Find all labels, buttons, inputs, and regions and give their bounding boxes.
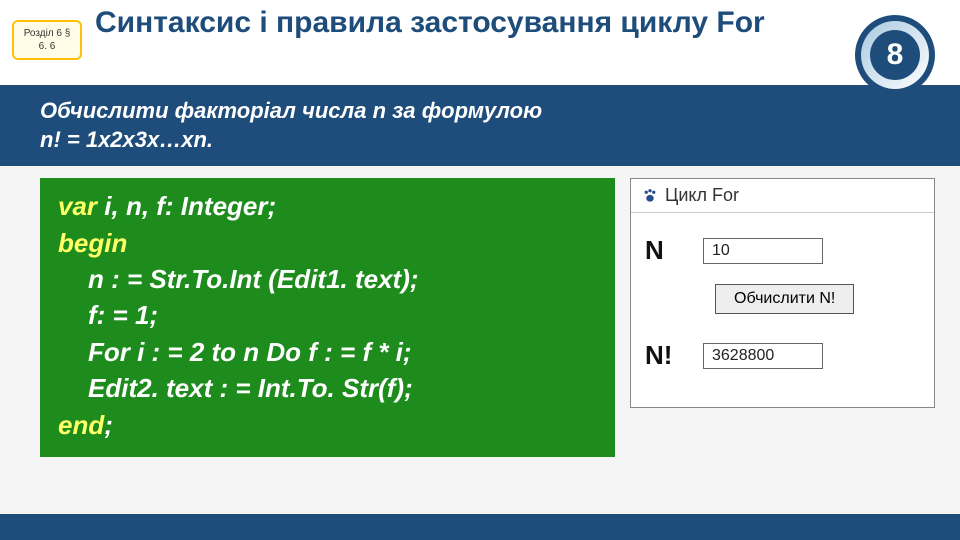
label-n: N [645, 235, 685, 266]
row-n: N 10 [645, 235, 920, 266]
code-line-1: var i, n, f: Integer; [58, 188, 597, 224]
row-nf: N! 3628800 [645, 340, 920, 371]
compute-button[interactable]: Обчислити N! [715, 284, 854, 314]
task-line1: Обчислити факторіал числа n за формулою [40, 97, 920, 126]
content-area: var i, n, f: Integer; begin n : = Str.To… [0, 166, 960, 457]
task-line2: n! = 1x2x3x…xn. [40, 126, 920, 155]
app-title-text: Цикл For [665, 185, 739, 206]
code-line-5: For i : = 2 to n Do f : = f * i; [58, 334, 597, 370]
chapter-badge: Розділ 6 § 6. 6 [12, 20, 82, 60]
chapter-line1: Розділ 6 § [14, 27, 80, 40]
app-titlebar: Цикл For [631, 179, 934, 213]
app-window: Цикл For N 10 Обчислити N! N! 3628800 [630, 178, 935, 408]
code-block: var i, n, f: Integer; begin n : = Str.To… [40, 178, 615, 457]
code-line-3: n : = Str.To.Int (Edit1. text); [58, 261, 597, 297]
chapter-line2: 6. 6 [14, 40, 80, 53]
label-nf: N! [645, 340, 685, 371]
input-n[interactable]: 10 [703, 238, 823, 264]
header: Розділ 6 § 6. 6 Синтаксис і правила заст… [0, 0, 960, 85]
slide-title: Синтаксис і правила застосування циклу F… [95, 5, 765, 41]
output-nf: 3628800 [703, 343, 823, 369]
code-line-4: f: = 1; [58, 297, 597, 333]
footer-bar [0, 514, 960, 540]
grade-badge: 8 [855, 15, 935, 95]
code-line-2: begin [58, 225, 597, 261]
app-body: N 10 Обчислити N! N! 3628800 [631, 213, 934, 407]
code-line-6: Edit2. text : = Int.To. Str(f); [58, 370, 597, 406]
paw-icon [641, 187, 659, 205]
task-bar: Обчислити факторіал числа n за формулою … [0, 85, 960, 166]
code-line-7: end; [58, 407, 597, 443]
grade-number: 8 [870, 30, 920, 80]
